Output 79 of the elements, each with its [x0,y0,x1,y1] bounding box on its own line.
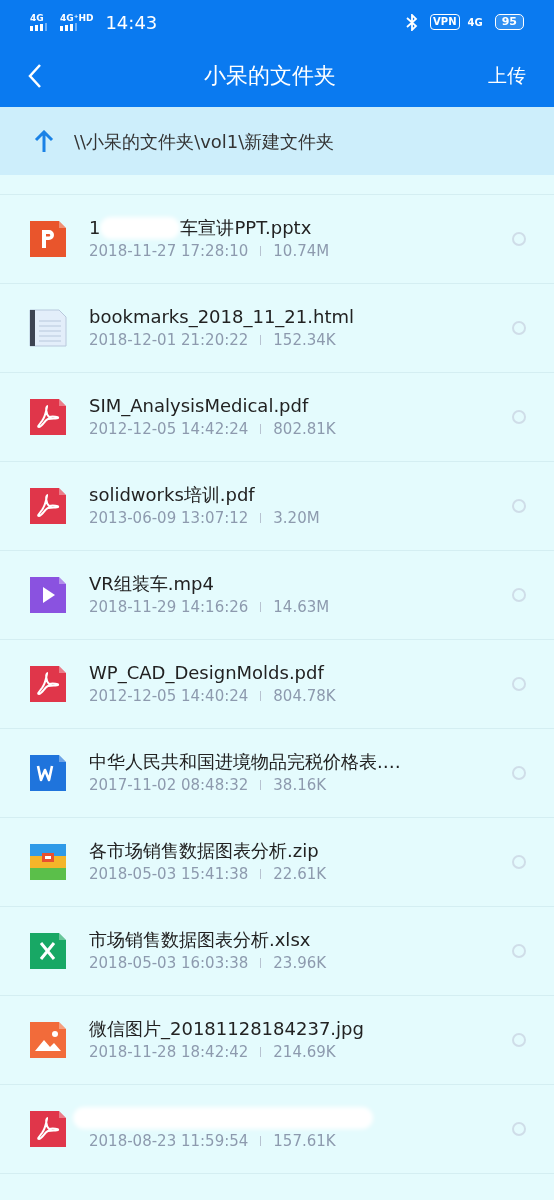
file-name: bookmarks_2018_11_21.html [89,305,354,329]
file-name: 微信图片_20181128184237.jpg [89,1017,364,1041]
signal-icon [30,22,48,31]
file-name: 中华人民共和国进境物品完税价格表.… [89,750,401,774]
file-name: WP_CAD_DesignMolds.pdf [89,661,324,685]
file-date: 2018-12-01 21:20:22 [89,330,249,351]
file-size: 214.69K [273,1042,336,1063]
file-size: 38.16K [273,775,327,796]
pdf-file-icon [29,665,67,703]
back-icon[interactable] [28,62,42,89]
select-radio[interactable] [512,410,526,424]
signal-label: 4G⁺HD [60,13,94,23]
select-radio[interactable] [512,855,526,869]
file-name: 市场销售数据图表分析.xlsx [89,928,311,952]
file-size: 804.78K [273,686,336,707]
text-file-icon [29,309,67,347]
file-date: 2017-11-02 08:48:32 [89,775,249,796]
file-size: 152.34K [273,330,336,351]
spreadsheet-file-icon [29,932,67,970]
select-radio[interactable] [512,499,526,513]
file-size: 157.61K [273,1131,336,1152]
file-name: SIM_AnalysisMedical.pdf [89,394,309,418]
file-size: 14.63M [273,597,330,618]
file-date: 2018-11-28 18:42:42 [89,1042,249,1063]
network-label: 4G [467,15,483,30]
file-name: solidworks培训.pdf [89,483,255,507]
select-radio[interactable] [512,766,526,780]
page-title: 小呆的文件夹 [203,62,337,90]
image-file-icon [29,1021,67,1059]
file-name: 各市场销售数据图表分析.zip [89,839,319,863]
file-row[interactable]: VR组装车.mp4 2018-11-29 14:16:26 14.63M [0,551,554,640]
file-date: 2012-12-05 14:40:24 [89,686,249,707]
file-row[interactable]: bookmarks_2018_11_21.html 2018-12-01 21:20:22 152.34K [0,284,554,373]
clock: 14:43 [105,10,158,35]
file-row[interactable]: 各市场销售数据图表分析.zip 2018-05-03 15:41:38 22.61K [0,818,554,907]
pdf-file-icon [29,398,67,436]
file-row[interactable]: 微信图片_20181128184237.jpg 2018-11-28 18:42:42 214.69K [0,996,554,1085]
file-row[interactable]: solidworks培训.pdf 2013-06-09 13:07:12 3.20M [0,462,554,551]
select-radio[interactable] [512,677,526,691]
file-row[interactable]: 1 车宣讲PPT.pptx 2018-11-27 17:28:10 10.74M [0,195,554,284]
file-row[interactable]: WP_CAD_DesignMolds.pdf 2012-12-05 14:40:24 804.78K [0,640,554,729]
file-date: 2012-12-05 14:42:24 [89,419,249,440]
pdf-file-icon [29,487,67,525]
bluetooth-icon [406,13,419,31]
select-radio[interactable] [512,944,526,958]
signal-label: 4G [30,13,44,23]
file-name: VR组装车.mp4 [89,572,214,596]
file-name: 车宣讲PPT.pptx [180,216,312,240]
select-radio[interactable] [512,588,526,602]
select-radio[interactable] [512,1033,526,1047]
file-date: 2013-06-09 13:07:12 [89,508,249,529]
file-date: 2018-05-03 16:03:38 [89,953,249,974]
file-size: 3.20M [273,508,320,529]
signal-icon [60,22,78,31]
file-size: 802.81K [273,419,336,440]
file-row[interactable]: SIM_AnalysisMedical.pdf 2012-12-05 14:42:24 802.81K [0,373,554,462]
file-name: 1 [89,216,101,240]
upload-button[interactable]: 上传 [488,61,526,90]
folder-path: \\小呆的文件夹\vol1\新建文件夹 [74,129,335,154]
file-date: 2018-11-29 14:16:26 [89,597,249,618]
select-radio[interactable] [512,321,526,335]
video-file-icon [29,576,67,614]
up-arrow-icon[interactable] [34,130,54,152]
file-size: 10.74M [273,241,330,262]
battery-indicator: 95 [494,14,524,30]
select-radio[interactable] [512,1122,526,1136]
file-date: 2018-05-03 15:41:38 [89,864,249,885]
presentation-file-icon [29,220,67,258]
file-size: 23.96K [273,953,327,974]
file-date: 2018-11-27 17:28:10 [89,241,249,262]
pdf-file-icon [29,1110,67,1148]
file-row[interactable]: 市场销售数据图表分析.xlsx 2018-05-03 16:03:38 23.96K [0,907,554,996]
file-row[interactable]: 中华人民共和国进境物品完税价格表.… 2017-11-02 08:48:32 38.16K [0,729,554,818]
file-date: 2018-08-23 11:59:54 [89,1131,249,1152]
vpn-badge: VPN [430,14,460,30]
select-radio[interactable] [512,232,526,246]
file-size: 22.61K [273,864,327,885]
word-file-icon [29,754,67,792]
archive-file-icon [29,843,67,881]
